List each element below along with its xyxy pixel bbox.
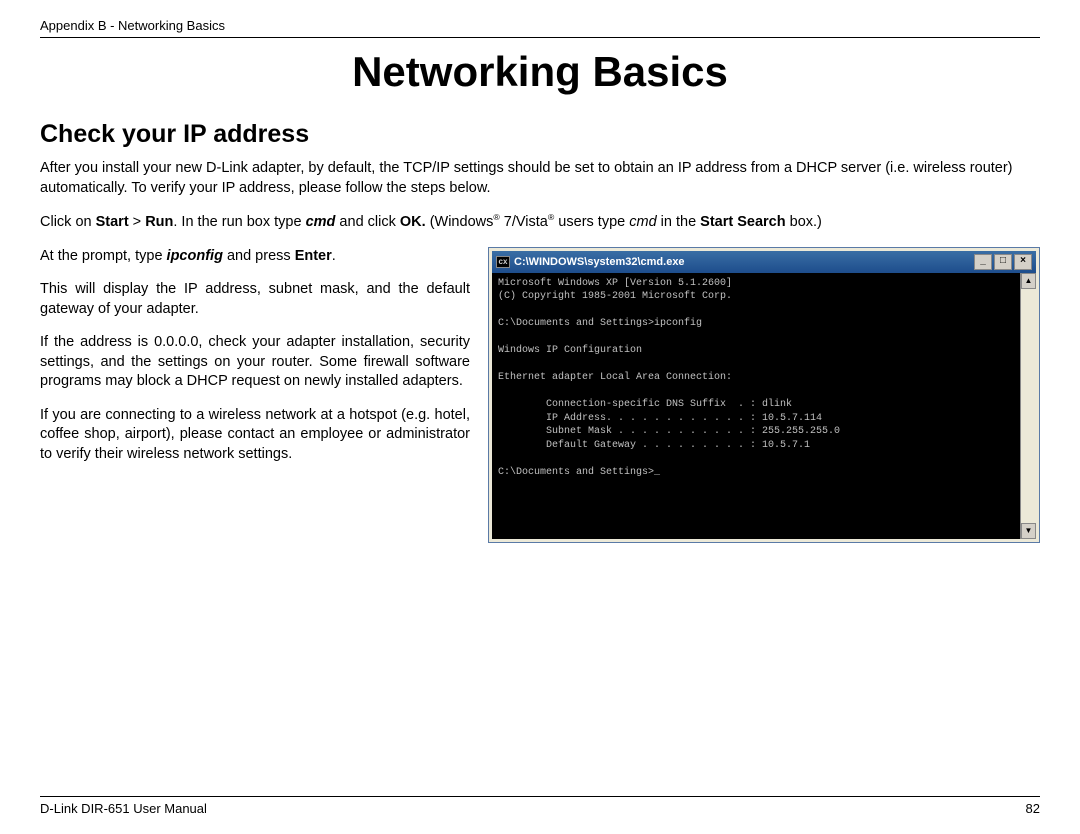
page-footer: D-Link DIR-651 User Manual 82 — [40, 796, 1040, 816]
text: Click on — [40, 214, 96, 230]
text: and press — [223, 248, 295, 264]
hotspot-paragraph: If you are connecting to a wireless netw… — [40, 406, 470, 465]
cmd-label: cmd — [306, 214, 336, 230]
terminal-output[interactable]: Microsoft Windows XP [Version 5.1.2600] … — [492, 273, 1020, 540]
text: and click — [335, 214, 399, 230]
ok-label: OK. — [400, 214, 426, 230]
window-title: C:\WINDOWS\system32\cmd.exe — [514, 256, 685, 268]
window-buttons: _ □ × — [974, 254, 1032, 270]
cmd-label: cmd — [629, 214, 656, 230]
text: in the — [657, 214, 701, 230]
cmd-icon: cx — [496, 256, 510, 268]
appendix-label: Appendix B - Networking Basics — [40, 18, 225, 33]
prompt-paragraph: At the prompt, type ipconfig and press E… — [40, 247, 470, 267]
scroll-up-button[interactable]: ▲ — [1021, 273, 1036, 289]
minimize-button[interactable]: _ — [974, 254, 992, 270]
footer-page-number: 82 — [1026, 801, 1040, 816]
enter-label: Enter — [295, 248, 332, 264]
maximize-button[interactable]: □ — [994, 254, 1012, 270]
text: (Windows — [426, 214, 494, 230]
intro-paragraph: After you install your new D-Link adapte… — [40, 159, 1040, 198]
titlebar-left: cx C:\WINDOWS\system32\cmd.exe — [496, 256, 685, 268]
cmd-window: cx C:\WINDOWS\system32\cmd.exe _ □ × Mic… — [488, 247, 1040, 544]
text: box.) — [786, 214, 822, 230]
start-search-label: Start Search — [700, 214, 785, 230]
text: At the prompt, type — [40, 248, 167, 264]
scrollbar[interactable]: ▲ ▼ — [1020, 273, 1036, 540]
text: . In the run box type — [173, 214, 305, 230]
text: 7/Vista — [500, 214, 548, 230]
start-label: Start — [96, 214, 129, 230]
run-instruction: Click on Start > Run. In the run box typ… — [40, 212, 1040, 232]
text: . — [332, 248, 336, 264]
instructions-column: At the prompt, type ipconfig and press E… — [40, 247, 470, 479]
ipconfig-label: ipconfig — [167, 248, 223, 264]
page-header: Appendix B - Networking Basics — [40, 18, 1040, 38]
run-label: Run — [145, 214, 173, 230]
scroll-down-button[interactable]: ▼ — [1021, 523, 1036, 539]
text: users type — [554, 214, 629, 230]
text: > — [129, 214, 146, 230]
section-heading: Check your IP address — [40, 120, 1040, 149]
footer-manual-label: D-Link DIR-651 User Manual — [40, 801, 207, 816]
terminal-body: Microsoft Windows XP [Version 5.1.2600] … — [492, 273, 1036, 540]
close-button[interactable]: × — [1014, 254, 1032, 270]
display-paragraph: This will display the IP address, subnet… — [40, 280, 470, 319]
content-row: At the prompt, type ipconfig and press E… — [40, 247, 1040, 544]
zero-address-paragraph: If the address is 0.0.0.0, check your ad… — [40, 333, 470, 392]
titlebar: cx C:\WINDOWS\system32\cmd.exe _ □ × — [492, 251, 1036, 273]
page-title: Networking Basics — [40, 48, 1040, 96]
